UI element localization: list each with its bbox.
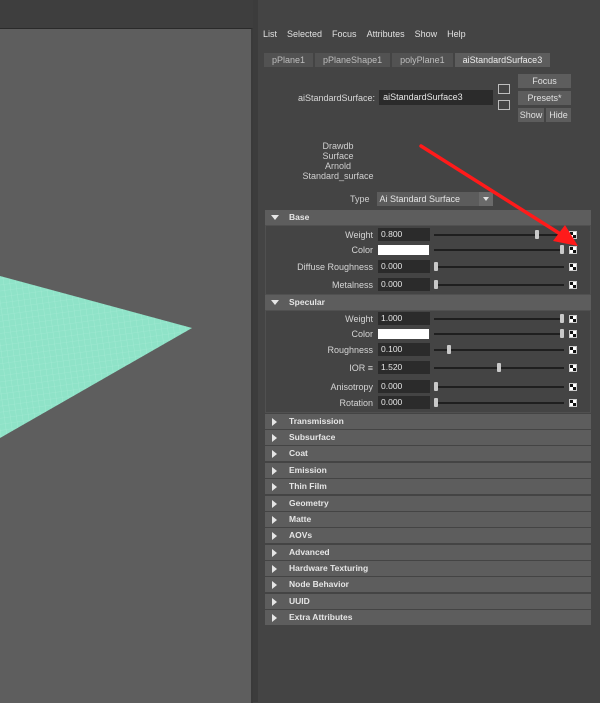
annotation-arrow-icon [419,144,578,246]
